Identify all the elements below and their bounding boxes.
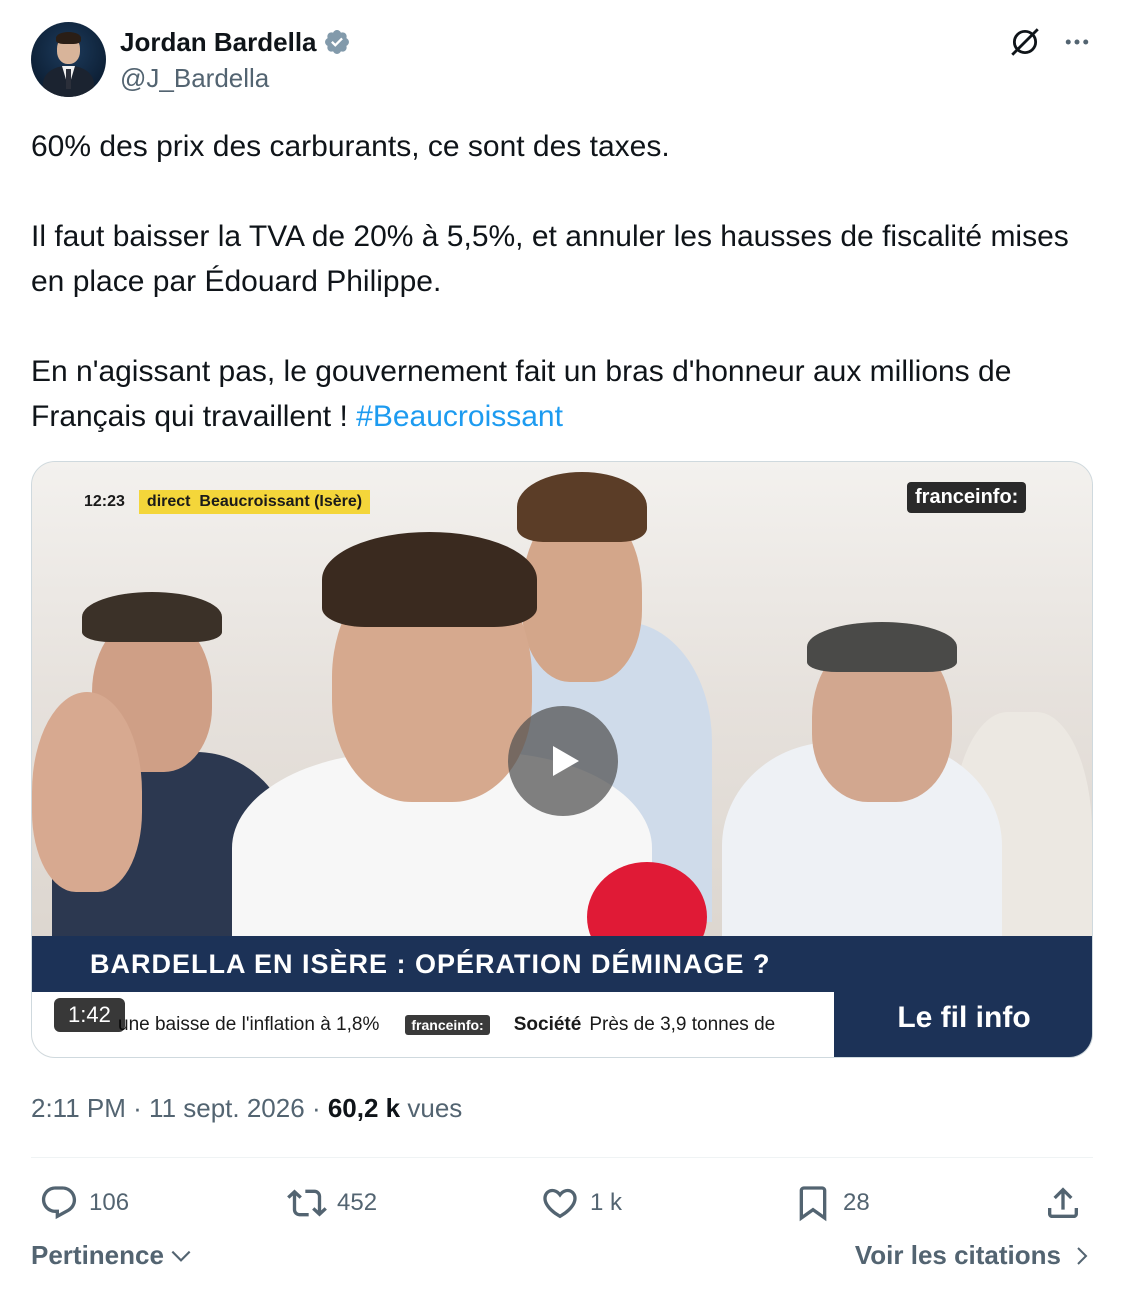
sort-dropdown[interactable]: Pertinence [31, 1240, 194, 1271]
news-ticker: une baisse de l'inflation à 1,8% francei… [32, 992, 834, 1057]
more-icon[interactable] [1057, 22, 1097, 62]
bookmark-button[interactable]: 28 [793, 1175, 870, 1231]
repost-count: 452 [337, 1189, 378, 1216]
video-person [322, 532, 537, 627]
video-person [32, 692, 142, 892]
ticker-text: une baisse de l'inflation à 1,8% [118, 1014, 380, 1035]
action-bar: 106 452 1 k 28 [31, 1175, 1093, 1231]
repost-button[interactable]: 452 [287, 1175, 377, 1231]
bookmark-icon [799, 1186, 827, 1222]
grok-icon[interactable] [1005, 22, 1045, 62]
ticker-text: Près de 3,9 tonnes de [589, 1014, 776, 1035]
reply-button[interactable]: 106 [39, 1175, 129, 1231]
replies-footer: Pertinence Voir les citations [31, 1240, 1093, 1284]
views-label: vues [407, 1093, 463, 1123]
live-location: Beaucroissant (Isère) [199, 493, 363, 510]
hashtag-link[interactable]: #Beaucroissant [356, 400, 563, 433]
live-label: direct [146, 493, 191, 510]
ticker-logo: franceinfo: [405, 1015, 490, 1035]
tweet-paragraph: 60% des prix des carburants, ce sont des… [31, 130, 670, 163]
reply-icon [41, 1186, 77, 1220]
play-icon[interactable] [508, 706, 618, 816]
tweet-header: Jordan Bardella @J_Bardella [31, 22, 1093, 102]
author-name[interactable]: Jordan Bardella [120, 26, 317, 58]
news-banner: BARDELLA EN ISÈRE : OPÉRATION DÉMINAGE ? [32, 936, 834, 992]
video-person [807, 622, 957, 672]
tweet-date[interactable]: 11 sept. 2026 [149, 1093, 305, 1123]
video-player[interactable]: 12:23 direct Beaucroissant (Isère) franc… [31, 461, 1093, 1058]
channel-logo: franceinfo: [907, 482, 1027, 513]
views-count: 60,2 k [327, 1093, 401, 1123]
share-icon [1048, 1187, 1078, 1218]
avatar-tie [66, 69, 71, 89]
chevron-right-icon [1077, 1246, 1088, 1265]
like-count: 1 k [590, 1189, 623, 1216]
fil-info-panel: Le fil info [834, 936, 1092, 1057]
chevron-down-icon [171, 1250, 191, 1262]
video-duration: 1:42 [54, 998, 125, 1032]
fil-info-label: Le fil info [897, 1000, 1031, 1034]
verified-badge-icon[interactable] [323, 28, 351, 56]
meta-separator: · [133, 1093, 142, 1123]
author-info: Jordan Bardella @J_Bardella [120, 26, 351, 94]
heart-icon [543, 1188, 577, 1219]
meta-separator: · [311, 1093, 321, 1123]
tweet-meta: 2:11 PM · 11 sept. 2026 · 60,2 k vues [31, 1090, 462, 1126]
share-button[interactable] [1043, 1175, 1083, 1231]
sort-label: Pertinence [31, 1240, 164, 1270]
avatar[interactable] [31, 22, 106, 97]
repost-icon [287, 1189, 327, 1217]
video-person [517, 472, 647, 542]
tweet-paragraph: Il faut baisser la TVA de 20% à 5,5%, et… [31, 220, 1069, 298]
banner-text: BARDELLA EN ISÈRE : OPÉRATION DÉMINAGE ? [90, 948, 771, 979]
tweet-paragraph: En n'agissant pas, le gouvernement fait … [31, 349, 1093, 439]
ticker-category: Société [513, 1014, 582, 1035]
reply-count: 106 [89, 1189, 130, 1216]
avatar-hair [56, 32, 81, 44]
author-name-row: Jordan Bardella [120, 26, 351, 58]
video-person [82, 592, 222, 642]
tweet-text: 60% des prix des carburants, ce sont des… [31, 124, 1093, 439]
author-handle[interactable]: @J_Bardella [120, 62, 351, 94]
bookmark-count: 28 [843, 1189, 870, 1216]
tweet-time[interactable]: 2:11 PM [31, 1093, 126, 1123]
divider [31, 1157, 1093, 1158]
like-button[interactable]: 1 k [540, 1175, 622, 1231]
view-quotes-link[interactable]: Voir les citations [855, 1240, 1093, 1271]
live-time: 12:23 [84, 493, 125, 510]
live-tag: 12:23 direct Beaucroissant (Isère) [80, 489, 371, 515]
quotes-label: Voir les citations [854, 1240, 1061, 1270]
live-location-box: direct Beaucroissant (Isère) [138, 490, 371, 514]
